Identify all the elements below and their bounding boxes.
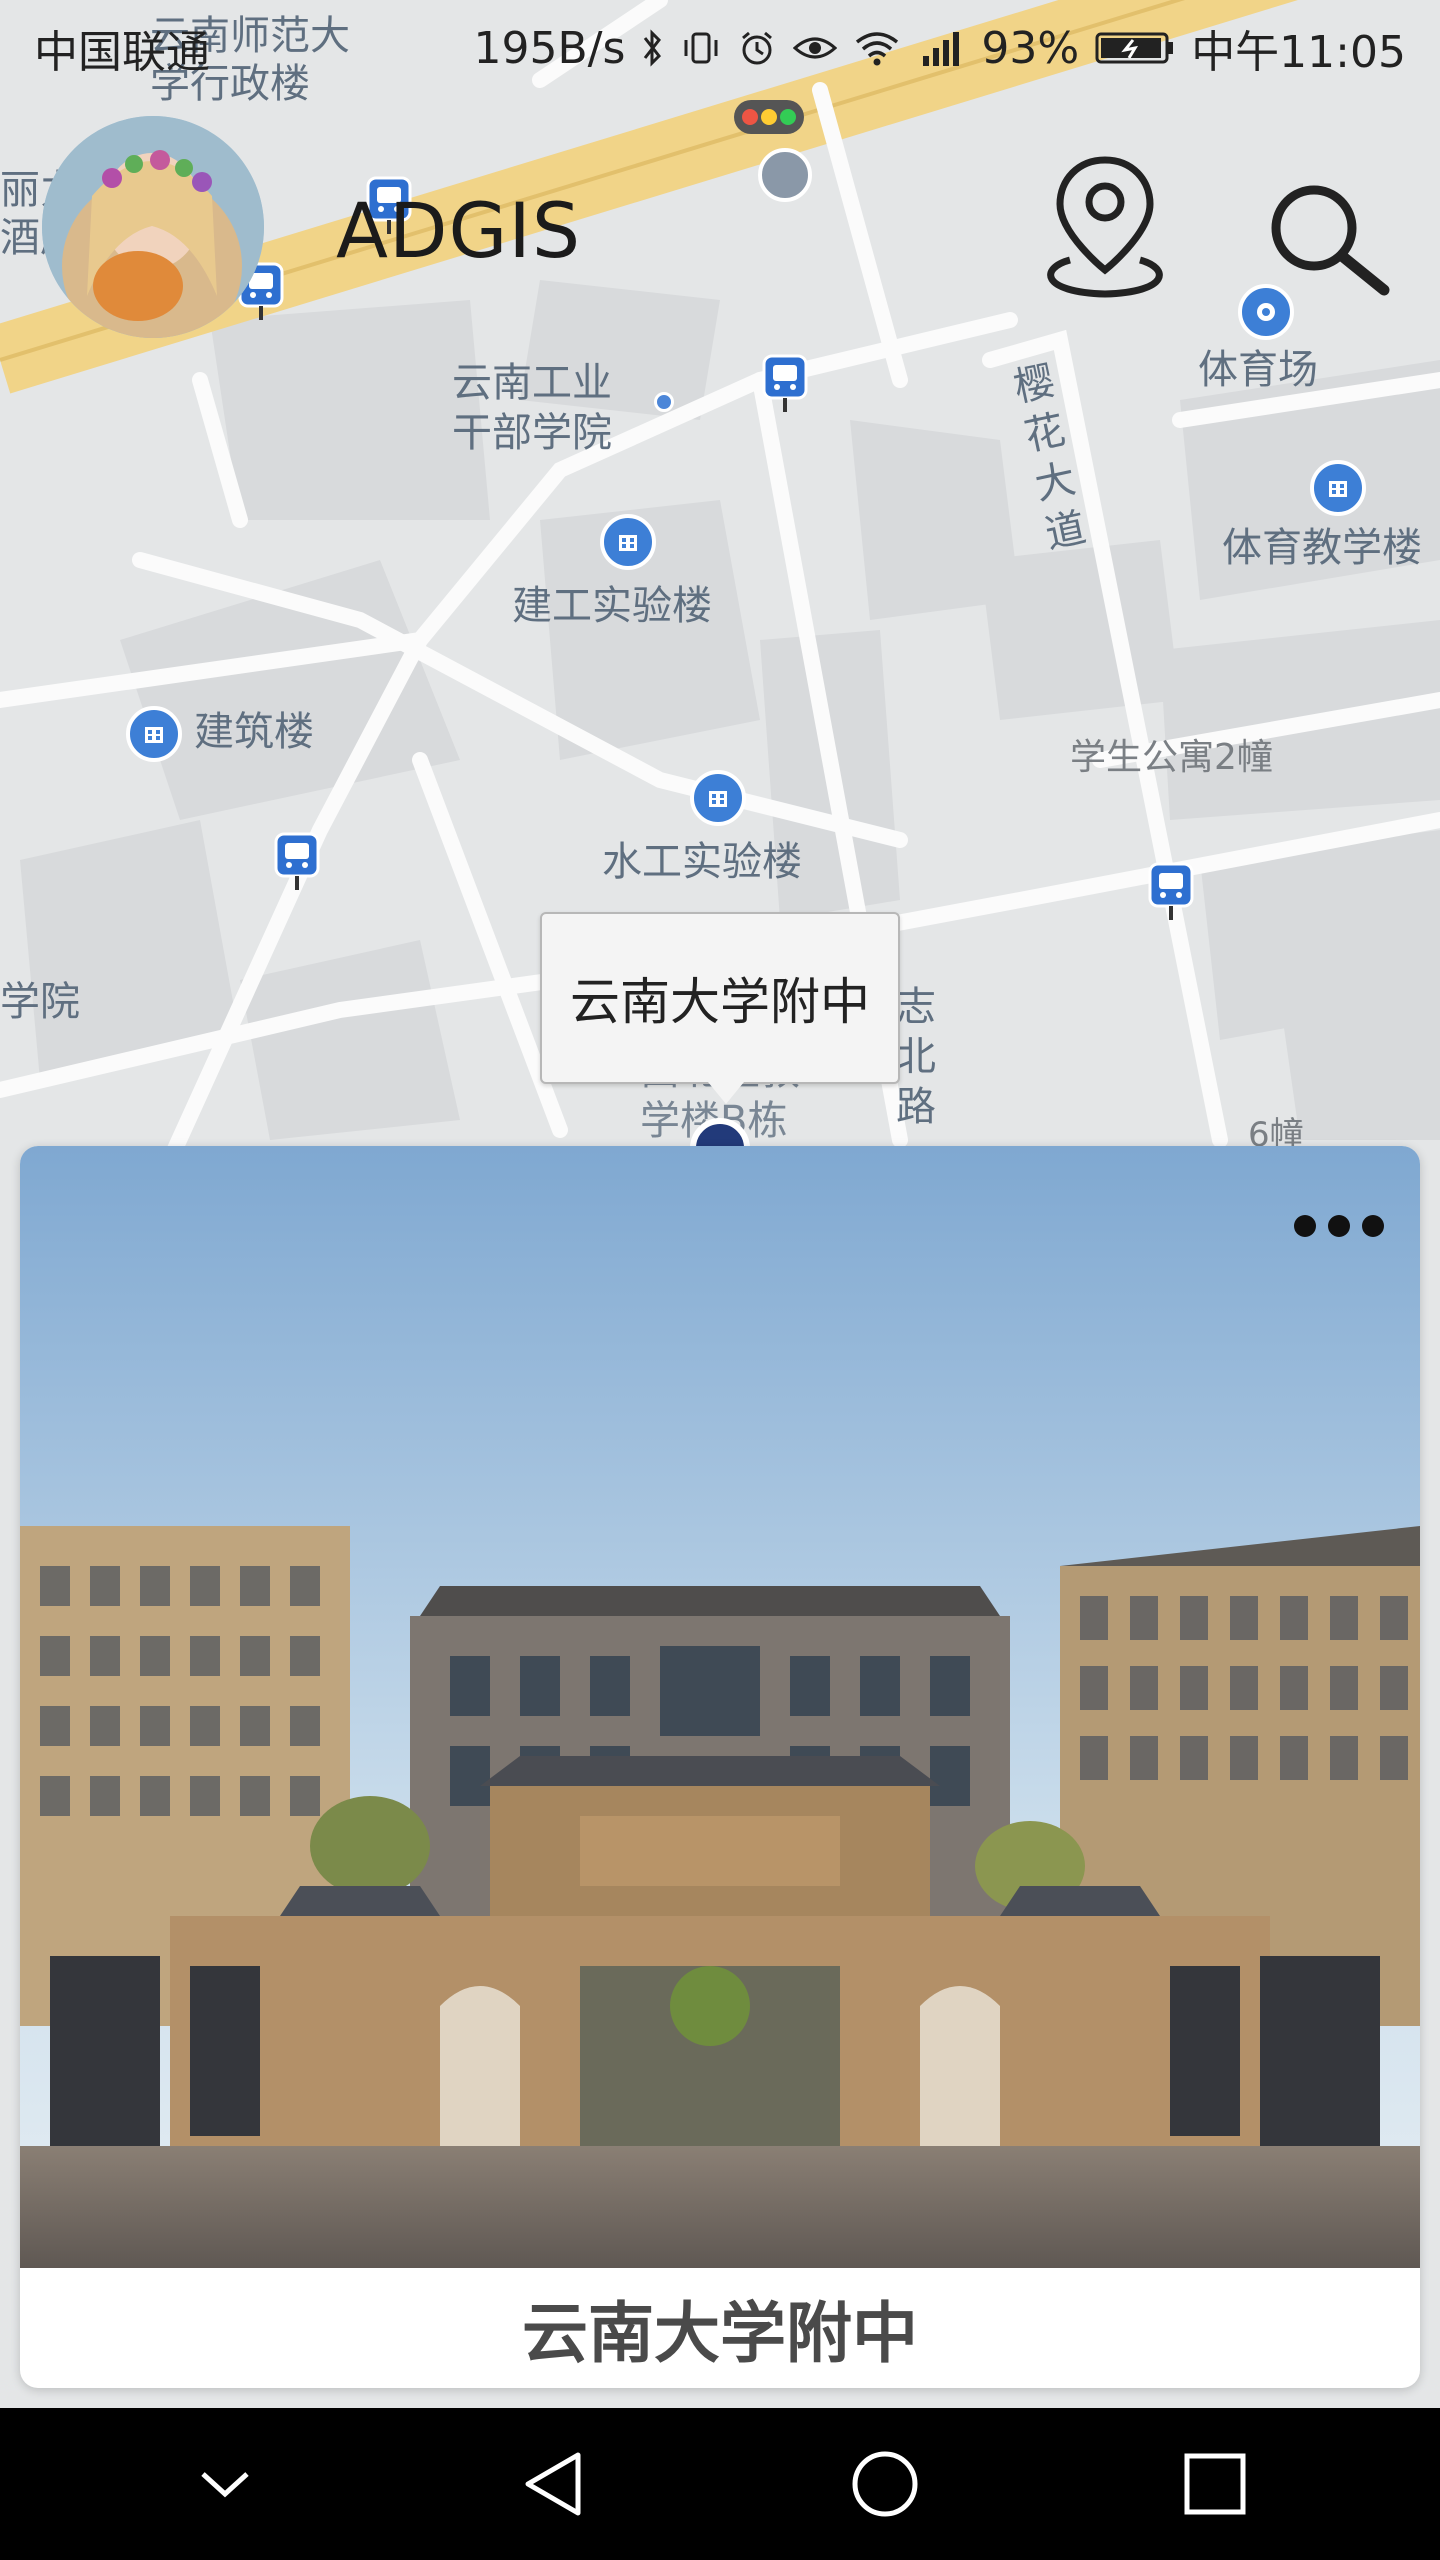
recents-icon[interactable] (1155, 2434, 1275, 2534)
clock: 中午11:05 (1191, 27, 1406, 78)
location-pin-icon[interactable] (1030, 152, 1180, 302)
net-speed: 195B/s (473, 22, 626, 74)
wifi-icon (856, 32, 899, 66)
battery-icon (1095, 32, 1174, 64)
signal-4g-icon (923, 32, 960, 66)
map-label-dorm2: 学生公寓2幢 (1070, 737, 1273, 778)
poi-pe-building-icon[interactable] (1310, 460, 1366, 516)
battery-percent: 93% (981, 22, 1080, 74)
hide-keyboard-icon[interactable] (165, 2434, 285, 2534)
map-label-construction-lab: 建工实验楼 (512, 583, 712, 629)
bus-stop-icon[interactable] (1148, 862, 1194, 924)
carrier-label: 中国联通 (34, 27, 210, 78)
search-icon[interactable] (1262, 176, 1396, 298)
status-bar: 中国联通 195B/s 93% 中午11:05 (0, 0, 1440, 96)
poi-water-lab-icon[interactable] (690, 770, 746, 826)
more-dots-icon[interactable] (1294, 1206, 1384, 1246)
back-icon[interactable] (495, 2434, 615, 2534)
traffic-light-icon (734, 100, 804, 134)
small-dot-icon (654, 392, 674, 412)
place-title: 云南大学附中 (522, 2295, 918, 2372)
poi-construction-lab-icon[interactable] (600, 514, 656, 570)
navigation-bar (0, 2408, 1440, 2560)
home-icon[interactable] (825, 2434, 945, 2534)
school-gate-photo (20, 1146, 1420, 2268)
alarm-icon (742, 31, 773, 65)
callout-tail (708, 1082, 744, 1104)
map-label-industry-school: 云南工业 干部学院 (452, 360, 612, 456)
place-card[interactable]: 云南大学附中 (20, 1146, 1420, 2388)
map-label-stadium: 体育场 (1198, 347, 1318, 393)
app-title: ADGIS (336, 186, 582, 275)
bus-stop-icon[interactable] (274, 832, 320, 894)
gate-icon (758, 148, 812, 202)
map-callout[interactable]: 云南大学附中 (540, 912, 900, 1084)
vibrate-icon (684, 32, 718, 64)
bluetooth-icon (644, 29, 662, 67)
poi-architecture-icon[interactable] (126, 706, 182, 762)
avatar[interactable] (42, 116, 264, 338)
bus-stop-icon[interactable] (762, 354, 808, 416)
map-label-college: 学院 (0, 979, 80, 1025)
map-label-architecture: 建筑楼 (194, 709, 314, 755)
map-label-road-v2: 志北路 (896, 984, 936, 1130)
map-label-pe-building: 体育教学楼 (1222, 525, 1422, 571)
map-label-water-lab: 水工实验楼 (602, 839, 802, 885)
eye-icon (793, 37, 838, 59)
